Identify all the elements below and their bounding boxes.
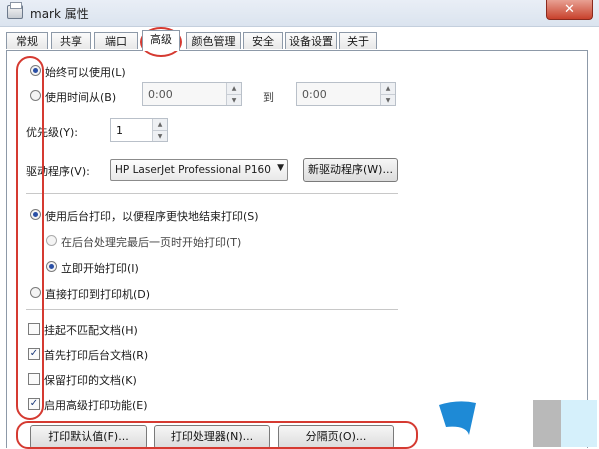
keep-printed-label: 保留打印的文档(K) bbox=[44, 374, 137, 387]
spool-label: 使用后台打印，以便程序更快地结束打印(S) bbox=[45, 210, 259, 223]
tab-security[interactable]: 安全 bbox=[243, 32, 283, 49]
up-arrow-icon[interactable]: ▲ bbox=[381, 83, 395, 94]
divider bbox=[26, 193, 398, 194]
priority-input[interactable]: 1 ▲ ▼ bbox=[110, 118, 168, 142]
watermark-cyan-block bbox=[561, 400, 597, 447]
tab-about[interactable]: 关于 bbox=[339, 32, 377, 49]
driver-value: HP LaserJet Professional P1606 bbox=[115, 164, 271, 176]
print-direct-label: 直接打印到打印机(D) bbox=[45, 288, 151, 301]
close-icon: ✕ bbox=[564, 2, 575, 17]
priority-value: 1 bbox=[116, 124, 123, 137]
available-from-label: 使用时间从(B) bbox=[45, 91, 117, 104]
driver-select[interactable]: HP LaserJet Professional P1606 ▼ bbox=[110, 159, 288, 181]
watermark-logo-icon bbox=[439, 401, 476, 435]
window-title: mark 属性 bbox=[30, 7, 89, 21]
print-spooled-first-label: 首先打印后台文档(R) bbox=[44, 349, 149, 362]
annotation-oval-buttons bbox=[16, 421, 418, 449]
to-label: 到 bbox=[263, 91, 274, 104]
tab-general[interactable]: 常规 bbox=[6, 32, 48, 49]
up-arrow-icon[interactable]: ▲ bbox=[153, 119, 167, 130]
tab-color-management[interactable]: 颜色管理 bbox=[186, 32, 241, 49]
start-immediately-label: 立即开始打印(I) bbox=[61, 262, 139, 275]
start-after-last-page-radio[interactable] bbox=[46, 235, 57, 246]
tab-advanced[interactable]: 高级 bbox=[142, 30, 180, 51]
to-time-input[interactable]: 0:00 ▲ ▼ bbox=[296, 82, 396, 106]
tab-ports[interactable]: 端口 bbox=[94, 32, 138, 49]
chevron-down-icon: ▼ bbox=[277, 163, 284, 173]
down-arrow-icon[interactable]: ▼ bbox=[153, 130, 167, 141]
advanced-features-label: 启用高级打印功能(E) bbox=[44, 399, 148, 412]
title-bar: mark 属性 ✕ bbox=[0, 0, 599, 27]
tab-device-settings[interactable]: 设备设置 bbox=[285, 32, 337, 49]
divider bbox=[26, 309, 398, 310]
hold-mismatched-label: 挂起不匹配文档(H) bbox=[44, 324, 138, 337]
tab-sharing[interactable]: 共享 bbox=[51, 32, 91, 49]
from-time-input[interactable]: 0:00 ▲ ▼ bbox=[142, 82, 242, 106]
new-driver-button[interactable]: 新驱动程序(W)... bbox=[303, 158, 398, 182]
up-arrow-icon[interactable]: ▲ bbox=[227, 83, 241, 94]
annotation-oval-options bbox=[16, 56, 44, 420]
always-available-label: 始终可以使用(L) bbox=[45, 66, 126, 79]
to-time-value: 0:00 bbox=[302, 88, 327, 101]
close-button[interactable]: ✕ bbox=[546, 0, 593, 20]
watermark-gray-block bbox=[533, 400, 561, 447]
from-time-value: 0:00 bbox=[148, 88, 173, 101]
printer-icon bbox=[7, 2, 23, 19]
down-arrow-icon[interactable]: ▼ bbox=[381, 94, 395, 105]
start-after-last-page-label: 在后台处理完最后一页时开始打印(T) bbox=[61, 236, 242, 249]
start-immediately-radio[interactable] bbox=[46, 261, 57, 272]
down-arrow-icon[interactable]: ▼ bbox=[227, 94, 241, 105]
